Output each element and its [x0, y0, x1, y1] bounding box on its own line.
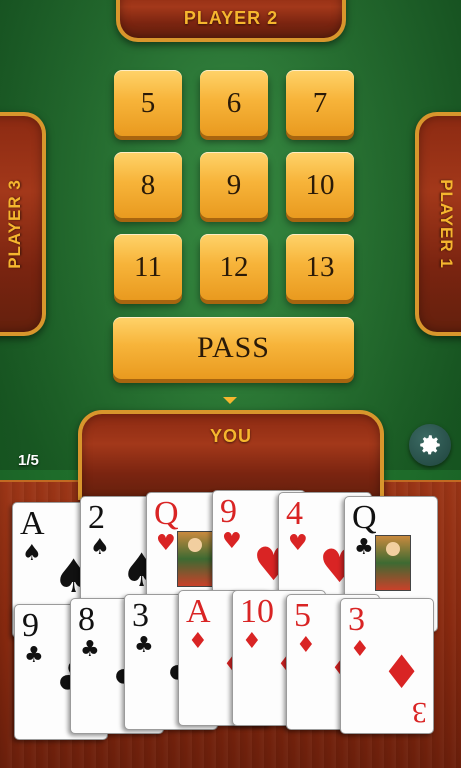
heart-icon: ♥	[156, 531, 176, 556]
diamond-icon: ♦	[350, 637, 370, 662]
player-2-label: PLAYER 2	[183, 7, 279, 28]
queen-portrait	[375, 535, 411, 591]
player-3-label: PLAYER 3	[5, 179, 25, 269]
bid-button-8[interactable]: 8	[114, 152, 182, 218]
bid-button-11[interactable]: 11	[114, 234, 182, 300]
gear-icon	[420, 435, 440, 455]
card-3-diamonds[interactable]: 3 ♦ ♦ 3	[340, 598, 434, 734]
settings-button[interactable]	[409, 424, 451, 466]
club-icon: ♣	[134, 633, 154, 658]
card-rank: 9	[220, 493, 237, 530]
player-3-panel: PLAYER 3	[0, 112, 46, 336]
player-1-label: PLAYER 1	[437, 179, 457, 269]
bid-button-6[interactable]: 6	[200, 70, 268, 136]
bid-button-9[interactable]: 9	[200, 152, 268, 218]
card-rank: 10	[240, 593, 274, 630]
card-rank: 5	[294, 597, 311, 634]
player-1-panel: PLAYER 1	[415, 112, 461, 336]
bid-button-7[interactable]: 7	[286, 70, 354, 136]
diamond-icon: ♦	[381, 645, 423, 699]
card-rank: 3	[348, 601, 365, 638]
card-rank: 4	[286, 495, 303, 532]
you-panel: YOU	[78, 410, 384, 500]
club-icon: ♣	[80, 637, 100, 662]
player-2-panel: PLAYER 2	[116, 0, 346, 42]
diamond-icon: ♦	[242, 629, 262, 654]
bid-button-10[interactable]: 10	[286, 152, 354, 218]
queen-portrait	[177, 531, 213, 587]
you-label: YOU	[209, 426, 252, 446]
heart-icon: ♥	[288, 531, 308, 556]
card-rank: 3	[132, 597, 149, 634]
club-icon: ♣	[354, 535, 374, 560]
bid-button-13[interactable]: 13	[286, 234, 354, 300]
round-counter: 1/5	[18, 452, 39, 469]
heart-icon: ♥	[222, 529, 242, 554]
pass-button[interactable]: PASS	[113, 317, 354, 379]
card-rank: 2	[88, 499, 105, 536]
diamond-icon: ♦	[188, 629, 208, 654]
bid-button-5[interactable]: 5	[114, 70, 182, 136]
card-rank: A	[186, 593, 211, 630]
card-rank: 9	[22, 607, 39, 644]
card-rank: 8	[78, 601, 95, 638]
club-icon: ♣	[24, 643, 44, 668]
bid-button-12[interactable]: 12	[200, 234, 268, 300]
card-rank: Q	[352, 499, 377, 536]
spade-icon: ♠	[22, 541, 42, 566]
diamond-icon: ♦	[296, 633, 316, 658]
turn-indicator-arrow	[223, 397, 237, 404]
spade-icon: ♠	[90, 535, 110, 560]
card-rank: A	[20, 505, 45, 542]
card-rank: Q	[154, 495, 179, 532]
card-rank-inverted: 3	[412, 696, 427, 729]
